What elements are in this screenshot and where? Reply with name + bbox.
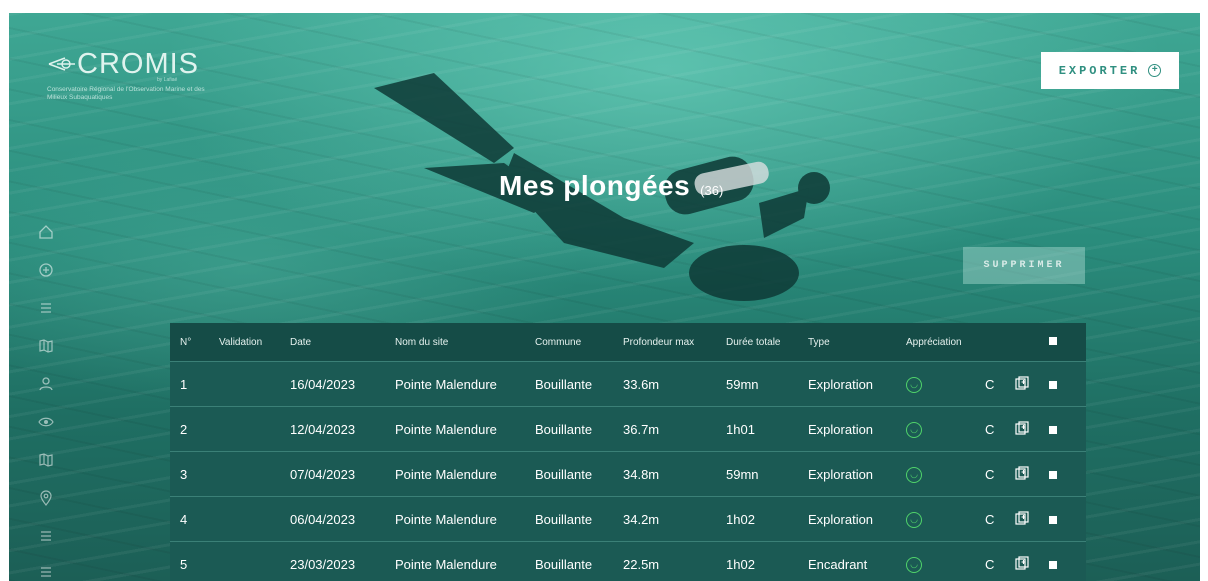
duplicate-icon[interactable] <box>1015 510 1029 525</box>
row-checkbox[interactable] <box>1037 467 1086 482</box>
row-number: 5 <box>180 556 188 572</box>
eye-icon[interactable] <box>37 413 55 431</box>
row-depth: 34.8m <box>623 466 660 482</box>
list-icon[interactable] <box>37 563 55 581</box>
user-icon[interactable] <box>37 375 55 393</box>
col-site[interactable]: Nom du site <box>385 337 525 348</box>
row-checkbox[interactable] <box>1037 557 1086 572</box>
location-pin-icon[interactable] <box>37 489 55 507</box>
page-title-text: Mes plongées <box>499 170 691 201</box>
row-type: Exploration <box>808 421 874 437</box>
row-code[interactable]: C <box>975 422 1005 437</box>
table-row[interactable]: 5 23/03/2023 Pointe Malendure Bouillante… <box>170 541 1086 581</box>
row-checkbox[interactable] <box>1037 512 1086 527</box>
row-site: Pointe Malendure <box>395 421 497 437</box>
row-date: 06/04/2023 <box>290 511 356 527</box>
col-type[interactable]: Type <box>798 337 896 348</box>
smile-icon: ◡ <box>906 466 922 483</box>
fish-logo-icon <box>48 57 75 71</box>
plus-circle-icon[interactable] <box>37 261 55 279</box>
table-row[interactable]: 3 07/04/2023 Pointe Malendure Bouillante… <box>170 451 1086 496</box>
row-duration: 59mn <box>726 376 759 392</box>
dives-table: N° Validation Date Nom du site Commune P… <box>170 323 1086 581</box>
list-icon[interactable] <box>37 527 55 545</box>
page-title: Mes plongées (36) <box>499 170 723 202</box>
row-site: Pointe Malendure <box>395 376 497 392</box>
col-duration[interactable]: Durée totale <box>716 337 798 348</box>
row-depth: 22.5m <box>623 556 660 572</box>
row-type: Exploration <box>808 511 874 527</box>
row-type: Exploration <box>808 466 874 482</box>
col-depth[interactable]: Profondeur max <box>613 337 716 348</box>
row-site: Pointe Malendure <box>395 511 497 527</box>
duplicate-icon[interactable] <box>1015 465 1029 480</box>
row-code[interactable]: C <box>975 557 1005 572</box>
duplicate-icon[interactable] <box>1015 375 1029 390</box>
row-commune: Bouillante <box>535 376 593 392</box>
logo-tagline: Conservatoire Régional de l'Observation … <box>47 86 205 101</box>
delete-button[interactable]: SUPPRIMER <box>963 247 1085 284</box>
row-number: 3 <box>180 466 188 482</box>
export-label: EXPORTER <box>1058 63 1141 78</box>
row-number: 2 <box>180 421 188 437</box>
table-row[interactable]: 2 12/04/2023 Pointe Malendure Bouillante… <box>170 406 1086 451</box>
logo-subbrand: by Lafiaé <box>157 77 178 83</box>
list-icon[interactable] <box>37 299 55 317</box>
row-commune: Bouillante <box>535 466 593 482</box>
col-date[interactable]: Date <box>280 337 385 348</box>
duplicate-icon[interactable] <box>1015 555 1029 570</box>
row-commune: Bouillante <box>535 511 593 527</box>
smile-icon: ◡ <box>906 556 922 573</box>
logo[interactable]: CROMIS by Lafiaé Conservatoire Régional … <box>47 48 207 102</box>
logo-wordmark: CROMIS <box>77 48 199 80</box>
smile-icon: ◡ <box>906 376 922 393</box>
row-duration: 1h02 <box>726 511 755 527</box>
row-code[interactable]: C <box>975 512 1005 527</box>
row-date: 23/03/2023 <box>290 556 356 572</box>
row-number: 4 <box>180 511 188 527</box>
table-row[interactable]: 4 06/04/2023 Pointe Malendure Bouillante… <box>170 496 1086 541</box>
row-checkbox[interactable] <box>1037 377 1086 392</box>
select-all-checkbox[interactable] <box>1037 336 1086 348</box>
map-icon[interactable] <box>37 337 55 355</box>
row-code[interactable]: C <box>975 377 1005 392</box>
map-icon[interactable] <box>37 451 55 469</box>
row-commune: Bouillante <box>535 421 593 437</box>
col-rating[interactable]: Appréciation <box>896 337 975 348</box>
row-duration: 1h01 <box>726 421 755 437</box>
plus-circle-icon: + <box>1148 64 1162 77</box>
home-icon[interactable] <box>37 223 55 241</box>
col-number[interactable]: N° <box>170 337 209 348</box>
row-depth: 36.7m <box>623 421 660 437</box>
duplicate-icon[interactable] <box>1015 420 1029 435</box>
table-row[interactable]: 1 16/04/2023 Pointe Malendure Bouillante… <box>170 361 1086 406</box>
row-site: Pointe Malendure <box>395 466 497 482</box>
table-header: N° Validation Date Nom du site Commune P… <box>170 323 1086 361</box>
row-type: Encadrant <box>808 556 868 572</box>
row-checkbox[interactable] <box>1037 422 1086 437</box>
col-validation[interactable]: Validation <box>209 337 280 348</box>
row-date: 12/04/2023 <box>290 421 356 437</box>
row-number: 1 <box>180 376 188 392</box>
row-commune: Bouillante <box>535 556 593 572</box>
row-depth: 33.6m <box>623 376 660 392</box>
hero-background: CROMIS by Lafiaé Conservatoire Régional … <box>9 13 1200 581</box>
smile-icon: ◡ <box>906 511 922 528</box>
row-duration: 59mn <box>726 466 759 482</box>
row-duration: 1h02 <box>726 556 755 572</box>
row-type: Exploration <box>808 376 874 392</box>
col-commune[interactable]: Commune <box>525 337 613 348</box>
row-depth: 34.2m <box>623 511 660 527</box>
row-code[interactable]: C <box>975 467 1005 482</box>
row-site: Pointe Malendure <box>395 556 497 572</box>
row-date: 16/04/2023 <box>290 376 356 392</box>
row-date: 07/04/2023 <box>290 466 356 482</box>
export-button[interactable]: EXPORTER + <box>1041 52 1179 89</box>
smile-icon: ◡ <box>906 421 922 438</box>
dive-count: (36) <box>700 183 724 198</box>
